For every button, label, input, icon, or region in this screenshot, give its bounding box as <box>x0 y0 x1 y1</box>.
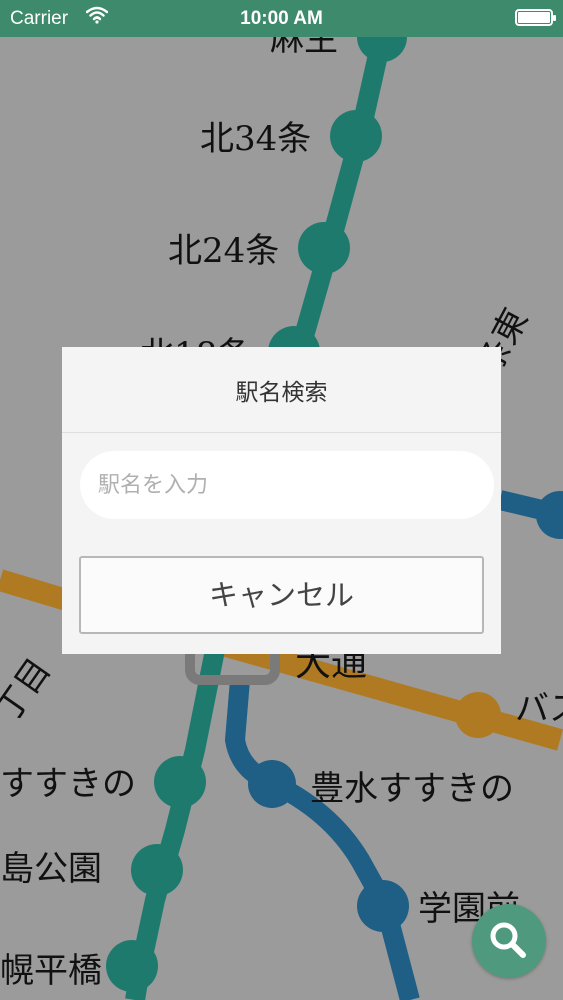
dialog-title: 駅名検索 <box>235 380 328 406</box>
cancel-button[interactable]: キャンセル <box>79 556 484 634</box>
dialog-divider <box>62 432 501 433</box>
search-fab-button[interactable] <box>472 904 546 978</box>
search-icon <box>472 922 546 982</box>
station-search-input[interactable] <box>80 451 494 519</box>
station-search-dialog: 駅名検索 キャンセル <box>62 347 501 654</box>
